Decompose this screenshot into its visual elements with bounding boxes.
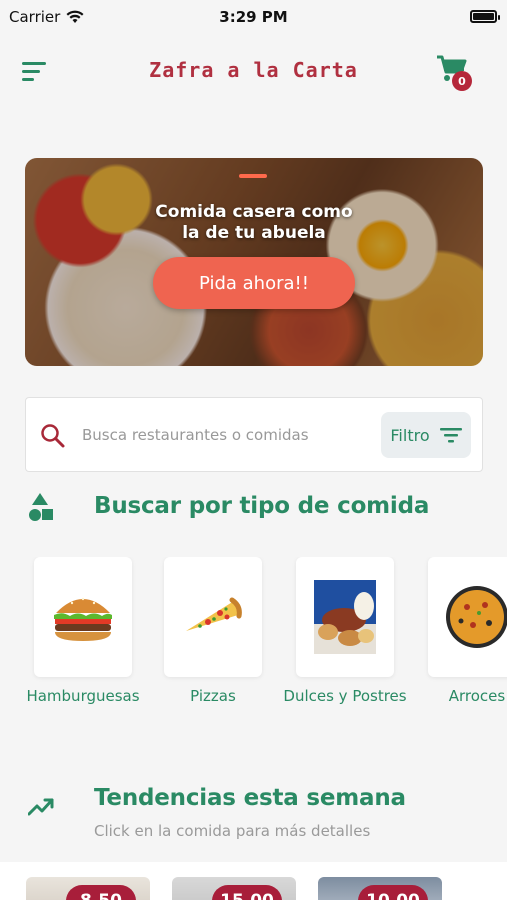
filter-icon: [439, 428, 462, 443]
app-title: Zafra a la Carta: [149, 58, 358, 82]
category-list: Hamburguesas Pizzas Dulces y Postres Arr…: [0, 557, 507, 717]
trending-title: Tendencias esta semana: [94, 785, 406, 811]
dessert-icon: [314, 580, 376, 654]
category-label: Arroces: [448, 687, 506, 705]
app-header: Zafra a la Carta 0: [0, 48, 507, 98]
status-time: 3:29 PM: [219, 8, 288, 26]
category-dulces-y-postres[interactable]: Dulces y Postres: [283, 557, 408, 707]
banner-headline-line1: Comida casera como: [155, 202, 353, 222]
cart-count-badge: 0: [452, 71, 472, 91]
promo-banner[interactable]: Comida casera como la de tu abuela Pida …: [25, 158, 483, 366]
cart-button[interactable]: 0: [436, 54, 474, 94]
categories-title: Buscar por tipo de comida: [94, 493, 430, 519]
search-bar: Filtro: [25, 397, 483, 472]
category-card: [164, 557, 262, 677]
category-card: [428, 557, 507, 677]
category-label: Hamburguesas: [26, 687, 140, 705]
status-bar: Carrier 3:29 PM: [0, 0, 507, 34]
category-label: Dulces y Postres: [283, 687, 407, 705]
trending-up-icon: [28, 798, 54, 816]
burger-icon: [54, 597, 112, 641]
filter-button[interactable]: Filtro: [381, 412, 471, 458]
trending-item[interactable]: 10,00: [318, 877, 442, 900]
banner-headline: Comida casera como la de tu abuela: [25, 202, 483, 244]
search-input[interactable]: [82, 420, 372, 450]
category-arroces[interactable]: Arroces: [420, 557, 507, 707]
banner-headline-line2: la de tu abuela: [182, 223, 326, 243]
search-icon[interactable]: [40, 423, 66, 449]
price-badge: 8,50: [66, 885, 136, 900]
shapes-icon: [29, 493, 53, 521]
trending-subtitle: Click en la comida para más detalles: [94, 822, 371, 840]
category-label: Pizzas: [190, 687, 236, 705]
category-pizzas[interactable]: Pizzas: [156, 557, 276, 707]
category-hamburguesas[interactable]: Hamburguesas: [26, 557, 146, 707]
order-now-button[interactable]: Pida ahora!!: [153, 257, 355, 309]
battery-icon: [470, 10, 500, 23]
carousel-indicator: [239, 174, 267, 178]
paella-icon: [446, 586, 507, 648]
trending-item[interactable]: 8,50: [26, 877, 150, 900]
pizza-icon: [186, 597, 242, 631]
trending-item[interactable]: 15,00: [172, 877, 296, 900]
category-card: [34, 557, 132, 677]
price-badge: 15,00: [212, 885, 282, 900]
trending-list: 8,50 15,00 10,00: [0, 862, 507, 900]
price-badge: 10,00: [358, 885, 428, 900]
category-card: [296, 557, 394, 677]
filter-label: Filtro: [390, 425, 430, 445]
